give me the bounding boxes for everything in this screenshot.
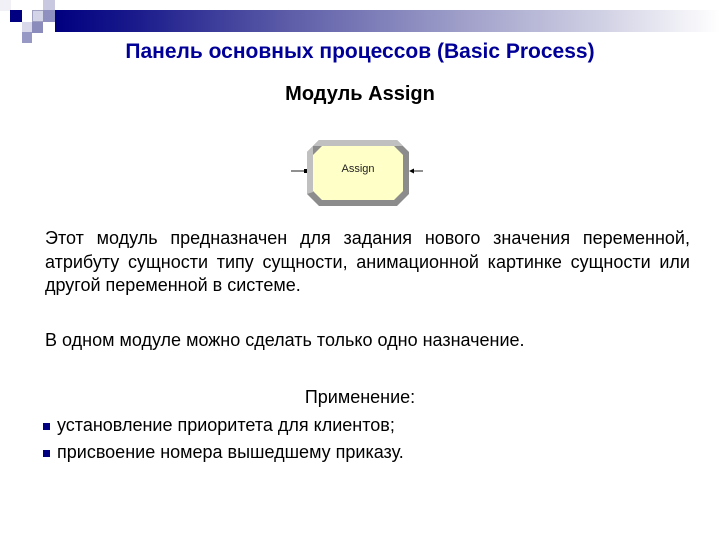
description-paragraph: Этот модуль предназначен для задания нов… xyxy=(45,228,690,295)
square-bullet-icon xyxy=(43,450,50,457)
module-subtitle: Модуль Assign xyxy=(285,83,435,105)
square-bullet-icon xyxy=(43,423,50,430)
assign-module-figure: Assign xyxy=(285,135,435,215)
page-title: Панель основных процессов (Basic Process… xyxy=(125,40,595,63)
usage-list: установление приоритета для клиентов; пр… xyxy=(43,413,404,467)
list-item: присвоение номера вышедшему приказу. xyxy=(43,440,404,467)
deco-square xyxy=(43,10,55,22)
note-paragraph: В одном модуле можно сделать только одно… xyxy=(45,330,525,350)
module-label: Assign xyxy=(341,163,375,175)
output-arrow-icon xyxy=(409,168,414,174)
list-item-text: присвоение номера вышедшему приказу. xyxy=(57,442,404,462)
deco-square xyxy=(22,22,32,32)
arena-assign-module-icon xyxy=(291,140,423,206)
gradient-bar xyxy=(55,10,720,32)
usage-heading: Применение: xyxy=(304,387,416,407)
deco-square xyxy=(32,22,43,33)
list-item-text: установление приоритета для клиентов; xyxy=(57,415,395,435)
list-item: установление приоритета для клиентов; xyxy=(43,413,404,440)
deco-square xyxy=(43,0,55,10)
deco-square xyxy=(10,10,22,22)
